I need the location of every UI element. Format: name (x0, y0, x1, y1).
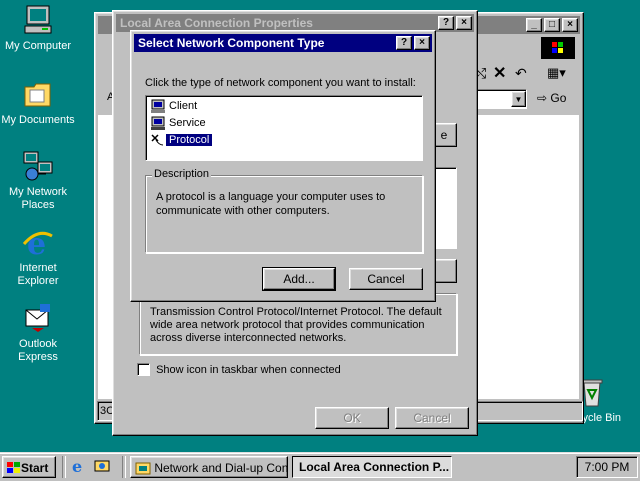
snct-close-button[interactable]: × (414, 36, 430, 50)
list-item-label: Client (169, 100, 198, 112)
maximize-button[interactable]: □ (544, 18, 560, 32)
task-label: Network and Dial-up Conn... (154, 460, 288, 475)
system-tray: 7:00 PM (576, 456, 638, 478)
desktop-icon-label: Outlook Express (18, 338, 58, 363)
svg-text:e: e (72, 457, 82, 475)
outlook-express-icon (22, 302, 54, 334)
delete-icon[interactable]: ✕ (493, 63, 506, 83)
go-label: Go (550, 91, 567, 105)
go-button[interactable]: ⇨ Go (537, 91, 566, 105)
start-label: Start (21, 460, 49, 475)
internet-explorer-icon: e (22, 226, 54, 262)
snct-title-bar[interactable]: Select Network Component Type (134, 34, 432, 52)
minimize-button[interactable]: _ (526, 18, 542, 32)
desktop-icon-label: Internet Explorer (17, 262, 59, 287)
show-icon-checkbox[interactable]: Show icon in taskbar when connected (137, 363, 341, 379)
lac-close-button[interactable]: × (456, 16, 472, 30)
desktop-icon-outlook-express[interactable]: Outlook Express (0, 302, 76, 364)
component-type-list[interactable]: Client Service Protocol (145, 95, 423, 161)
list-item-label: Protocol (164, 133, 214, 147)
desktop-icon-label: My Network Places (8, 186, 68, 211)
quick-launch-ie-icon[interactable]: e (70, 457, 88, 476)
my-computer-icon (22, 4, 54, 36)
quick-launch-separator (62, 456, 66, 478)
desktop-icon-internet-explorer[interactable]: e Internet Explorer (0, 226, 76, 288)
snct-description-text: A protocol is a language your computer u… (156, 191, 386, 217)
lac-help-button[interactable]: ? (438, 16, 454, 30)
undo-icon[interactable]: ↶ (515, 65, 527, 82)
lac-hidden-button-label: e (440, 128, 448, 142)
quick-launch-desktop-icon[interactable] (94, 457, 112, 475)
windows-flag-icon (7, 461, 20, 473)
start-button[interactable]: Start (2, 456, 56, 478)
add-button[interactable]: Add... (262, 267, 336, 291)
checkbox-box[interactable] (137, 363, 150, 376)
select-network-component-type-dialog[interactable]: Select Network Component Type ? × Click … (130, 30, 436, 302)
go-arrow-icon: ⇨ (537, 91, 548, 105)
snct-title: Select Network Component Type (138, 36, 325, 50)
task-label: Local Area Connection P... (299, 460, 450, 474)
snct-help-button[interactable]: ? (396, 36, 412, 50)
list-item-client[interactable]: Client (150, 98, 200, 114)
address-dropdown-button[interactable]: ▼ (511, 91, 526, 107)
snct-description-legend: Description (152, 168, 212, 180)
desktop-icon-my-computer[interactable]: My Computer (0, 4, 76, 53)
desktop-icon-my-documents[interactable]: My Documents (0, 78, 76, 127)
list-item-protocol[interactable]: Protocol (150, 132, 214, 148)
network-places-icon (22, 150, 54, 182)
lac-description-text: Transmission Control Protocol/Internet P… (150, 306, 442, 344)
close-button[interactable]: × (562, 18, 578, 32)
taskbar-item-network-connections[interactable]: Network and Dial-up Conn... (130, 456, 288, 478)
lac-title: Local Area Connection Properties (120, 16, 313, 30)
quick-launch-separator (122, 456, 126, 478)
service-icon (151, 116, 165, 131)
views-icon[interactable]: ▦▾ (547, 65, 566, 81)
clock[interactable]: 7:00 PM (585, 460, 630, 474)
snct-description-group: Description A protocol is a language you… (145, 168, 423, 253)
lac-ok-button[interactable]: OK (315, 407, 389, 429)
desktop-icon-my-network-places[interactable]: My Network Places (0, 150, 76, 212)
lac-description-group: Transmission Control Protocol/Internet P… (139, 293, 457, 355)
snct-instruction: Click the type of network component you … (145, 77, 416, 89)
client-icon (151, 99, 165, 114)
snct-cancel-button[interactable]: Cancel (349, 268, 423, 290)
list-item-service[interactable]: Service (150, 115, 209, 131)
network-folder-icon (135, 462, 151, 475)
desktop-icon-label: My Documents (1, 114, 75, 126)
protocol-icon (151, 134, 164, 146)
windows-logo-icon (541, 37, 575, 59)
lac-cancel-button[interactable]: Cancel (395, 407, 469, 429)
desktop-icon-label: My Computer (4, 40, 72, 52)
folder-icon (22, 78, 54, 110)
show-icon-label: Show icon in taskbar when connected (156, 363, 341, 376)
taskbar-item-local-area-connection[interactable]: Local Area Connection P... (292, 456, 452, 478)
list-item-label: Service (169, 117, 206, 129)
svg-text:e: e (27, 227, 46, 258)
